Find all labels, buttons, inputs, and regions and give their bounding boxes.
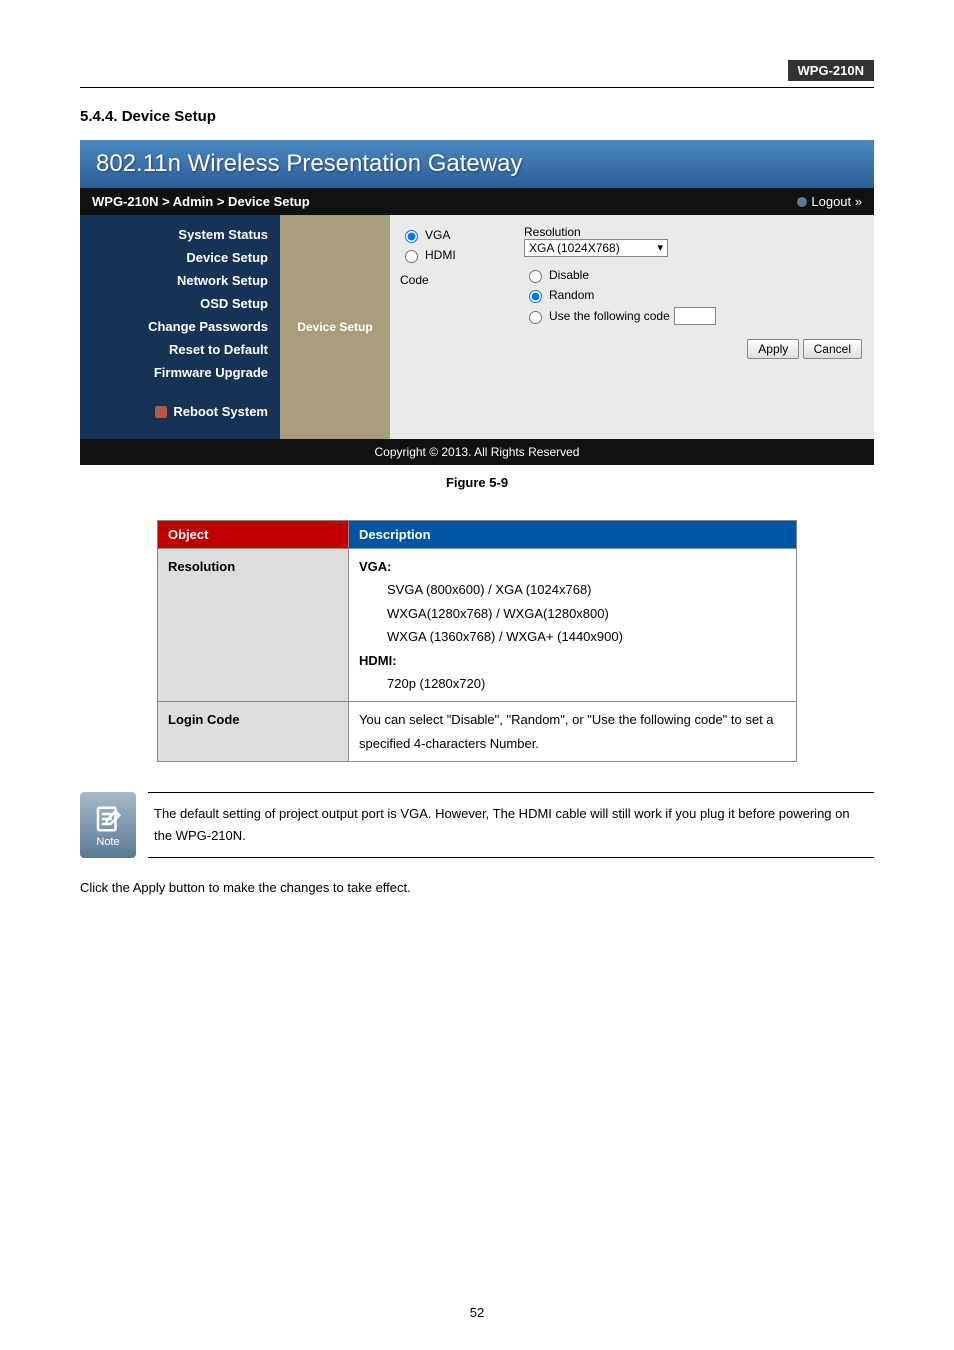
section-title: Device Setup (122, 108, 216, 125)
section-number: 5.4.4. (80, 108, 118, 125)
sidebar-item-device-setup[interactable]: Device Setup (80, 246, 280, 269)
disable-radio-input[interactable] (529, 270, 542, 283)
logout-icon (797, 197, 807, 207)
th-description: Description (349, 521, 797, 549)
vga-line-2: WXGA (1360x768) / WXGA+ (1440x900) (359, 625, 786, 648)
value-column: Resolution XGA (1024X768) Disable Random… (520, 215, 874, 439)
th-object: Object (158, 521, 349, 549)
sidebar-item-osd-setup[interactable]: OSD Setup (80, 292, 280, 315)
hdmi-line-0: 720p (1280x720) (359, 672, 786, 695)
admin-sidebar: System Status Device Setup Network Setup… (80, 215, 280, 439)
post-note-text: Click the Apply button to make the chang… (80, 878, 874, 899)
reboot-label: Reboot System (173, 404, 268, 419)
note-icon: Note (80, 792, 136, 858)
sidebar-item-change-passwords[interactable]: Change Passwords (80, 315, 280, 338)
model-tag: WPG-210N (788, 60, 874, 81)
row-resolution-desc: VGA: SVGA (800x600) / XGA (1024x768) WXG… (349, 549, 797, 702)
note-icon-label: Note (96, 834, 119, 852)
resolution-select[interactable]: XGA (1024X768) (524, 239, 668, 257)
row-login-code-label: Login Code (158, 702, 349, 762)
logout-link[interactable]: Logout » (797, 194, 862, 209)
tab-device-setup: Device Setup (280, 215, 390, 439)
vga-line-1: WXGA(1280x768) / WXGA(1280x800) (359, 602, 786, 625)
code-input[interactable] (674, 307, 716, 325)
row-login-code-desc: You can select "Disable", "Random", or "… (349, 702, 797, 762)
page-number: 52 (0, 1305, 954, 1320)
hdmi-radio-input[interactable] (405, 250, 418, 263)
logout-label: Logout » (811, 194, 862, 209)
output-hdmi-radio[interactable]: HDMI (400, 247, 510, 263)
sidebar-item-reset-to-default[interactable]: Reset to Default (80, 338, 280, 361)
figure-caption: Figure 5-9 (80, 475, 874, 490)
vga-line-0: SVGA (800x600) / XGA (1024x768) (359, 578, 786, 601)
hdmi-label: HDMI (425, 248, 456, 262)
note-box: Note The default setting of project outp… (80, 792, 874, 858)
description-table: Object Description Resolution VGA: SVGA … (157, 520, 797, 762)
vga-radio-input[interactable] (405, 230, 418, 243)
code-disable-radio[interactable]: Disable (524, 267, 862, 283)
admin-screenshot: 802.11n Wireless Presentation Gateway WP… (80, 140, 874, 465)
random-label: Random (549, 288, 594, 302)
sidebar-item-network-setup[interactable]: Network Setup (80, 269, 280, 292)
row-resolution-label: Resolution (158, 549, 349, 702)
cancel-button[interactable]: Cancel (803, 339, 862, 359)
vga-label: VGA (425, 228, 450, 242)
param-column: VGA HDMI Code (390, 215, 520, 439)
notepad-icon (93, 804, 123, 834)
code-random-radio[interactable]: Random (524, 287, 862, 303)
gateway-title: 802.11n Wireless Presentation Gateway (80, 140, 874, 188)
power-icon (155, 406, 167, 418)
output-vga-radio[interactable]: VGA (400, 227, 510, 243)
breadcrumb-bar: WPG-210N > Admin > Device Setup Logout » (80, 188, 874, 215)
sidebar-item-system-status[interactable]: System Status (80, 223, 280, 246)
apply-button[interactable]: Apply (747, 339, 799, 359)
copyright-bar: Copyright © 2013. All Rights Reserved (80, 439, 874, 465)
note-text: The default setting of project output po… (148, 792, 874, 858)
code-use-following-radio[interactable]: Use the following code (524, 307, 862, 325)
resolution-label: Resolution (524, 225, 862, 239)
sidebar-item-firmware-upgrade[interactable]: Firmware Upgrade (80, 361, 280, 384)
use-following-label: Use the following code (549, 309, 670, 323)
code-param-label: Code (400, 273, 510, 287)
sidebar-item-reboot-system[interactable]: Reboot System (80, 400, 280, 423)
vga-heading: VGA: (359, 559, 392, 574)
header-divider (80, 87, 874, 88)
disable-label: Disable (549, 268, 589, 282)
use-following-radio-input[interactable] (529, 311, 542, 324)
hdmi-heading: HDMI: (359, 653, 397, 668)
section-heading: 5.4.4. Device Setup (80, 108, 874, 125)
breadcrumb: WPG-210N > Admin > Device Setup (92, 194, 310, 209)
random-radio-input[interactable] (529, 290, 542, 303)
